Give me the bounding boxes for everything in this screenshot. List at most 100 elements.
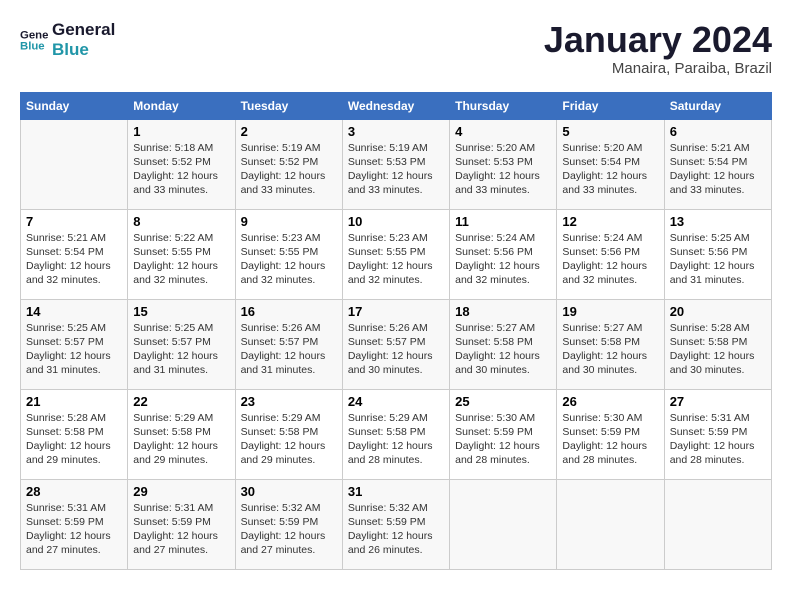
calendar-week-row: 7Sunrise: 5:21 AM Sunset: 5:54 PM Daylig…	[21, 209, 772, 299]
day-number: 3	[348, 124, 444, 139]
day-number: 10	[348, 214, 444, 229]
day-number: 30	[241, 484, 337, 499]
day-info: Sunrise: 5:25 AM Sunset: 5:57 PM Dayligh…	[26, 321, 122, 378]
day-number: 6	[670, 124, 766, 139]
day-number: 1	[133, 124, 229, 139]
day-number: 27	[670, 394, 766, 409]
day-info: Sunrise: 5:22 AM Sunset: 5:55 PM Dayligh…	[133, 231, 229, 288]
calendar-day-cell	[21, 119, 128, 209]
calendar-day-cell: 29Sunrise: 5:31 AM Sunset: 5:59 PM Dayli…	[128, 479, 235, 569]
day-number: 19	[562, 304, 658, 319]
day-info: Sunrise: 5:32 AM Sunset: 5:59 PM Dayligh…	[348, 501, 444, 558]
weekday-header-cell: Monday	[128, 92, 235, 119]
day-info: Sunrise: 5:29 AM Sunset: 5:58 PM Dayligh…	[241, 411, 337, 468]
page-header: General Blue General Blue January 2024 M…	[20, 20, 772, 77]
calendar-day-cell: 16 Sunrise: 5:26 AM Sunset: 5:57 PM Dayli…	[235, 299, 342, 389]
day-number: 26	[562, 394, 658, 409]
day-info: Sunrise: 5:30 AM Sunset: 5:59 PM Dayligh…	[455, 411, 551, 468]
day-info: Sunrise: 5:29 AM Sunset: 5:58 PM Dayligh…	[348, 411, 444, 468]
calendar-week-row: 14 Sunrise: 5:25 AM Sunset: 5:57 PM Dayli…	[21, 299, 772, 389]
day-number: 14	[26, 304, 122, 319]
calendar-day-cell: 27 Sunrise: 5:31 AM Sunset: 5:59 PM Dayli…	[664, 389, 771, 479]
calendar-day-cell	[557, 479, 664, 569]
calendar-day-cell: 26 Sunrise: 5:30 AM Sunset: 5:59 PM Dayli…	[557, 389, 664, 479]
day-info: Sunrise: 5:19 AM Sunset: 5:53 PM Dayligh…	[348, 141, 444, 198]
day-info: Sunrise: 5:24 AM Sunset: 5:56 PM Dayligh…	[562, 231, 658, 288]
day-number: 15	[133, 304, 229, 319]
calendar-day-cell	[450, 479, 557, 569]
day-info: Sunrise: 5:28 AM Sunset: 5:58 PM Dayligh…	[670, 321, 766, 378]
day-info: Sunrise: 5:31 AM Sunset: 5:59 PM Dayligh…	[26, 501, 122, 558]
day-number: 24	[348, 394, 444, 409]
weekday-header-cell: Friday	[557, 92, 664, 119]
day-info: Sunrise: 5:18 AM Sunset: 5:52 PM Dayligh…	[133, 141, 229, 198]
calendar-day-cell: 17 Sunrise: 5:26 AM Sunset: 5:57 PM Dayli…	[342, 299, 449, 389]
calendar-day-cell: 11Sunrise: 5:24 AM Sunset: 5:56 PM Dayli…	[450, 209, 557, 299]
calendar-table: SundayMondayTuesdayWednesdayThursdayFrid…	[20, 92, 772, 570]
weekday-header-cell: Sunday	[21, 92, 128, 119]
day-info: Sunrise: 5:26 AM Sunset: 5:57 PM Dayligh…	[348, 321, 444, 378]
weekday-header-cell: Wednesday	[342, 92, 449, 119]
calendar-day-cell: 9 Sunrise: 5:23 AM Sunset: 5:55 PM Daylig…	[235, 209, 342, 299]
calendar-day-cell: 30 Sunrise: 5:32 AM Sunset: 5:59 PM Dayli…	[235, 479, 342, 569]
day-number: 22	[133, 394, 229, 409]
month-title: January 2024	[544, 20, 772, 60]
calendar-day-cell: 19Sunrise: 5:27 AM Sunset: 5:58 PM Dayli…	[557, 299, 664, 389]
logo-icon: General Blue	[20, 26, 48, 54]
day-info: Sunrise: 5:20 AM Sunset: 5:54 PM Dayligh…	[562, 141, 658, 198]
calendar-day-cell: 18Sunrise: 5:27 AM Sunset: 5:58 PM Dayli…	[450, 299, 557, 389]
calendar-day-cell: 25Sunrise: 5:30 AM Sunset: 5:59 PM Dayli…	[450, 389, 557, 479]
day-number: 4	[455, 124, 551, 139]
day-number: 23	[241, 394, 337, 409]
title-block: January 2024 Manaira, Paraiba, Brazil	[544, 20, 772, 77]
calendar-day-cell: 20 Sunrise: 5:28 AM Sunset: 5:58 PM Dayli…	[664, 299, 771, 389]
day-info: Sunrise: 5:20 AM Sunset: 5:53 PM Dayligh…	[455, 141, 551, 198]
day-info: Sunrise: 5:31 AM Sunset: 5:59 PM Dayligh…	[133, 501, 229, 558]
day-number: 9	[241, 214, 337, 229]
calendar-week-row: 1 Sunrise: 5:18 AM Sunset: 5:52 PM Daylig…	[21, 119, 772, 209]
logo-general: General	[52, 20, 115, 40]
day-number: 8	[133, 214, 229, 229]
day-info: Sunrise: 5:23 AM Sunset: 5:55 PM Dayligh…	[348, 231, 444, 288]
calendar-day-cell: 6 Sunrise: 5:21 AM Sunset: 5:54 PM Daylig…	[664, 119, 771, 209]
day-info: Sunrise: 5:25 AM Sunset: 5:57 PM Dayligh…	[133, 321, 229, 378]
day-number: 16	[241, 304, 337, 319]
day-number: 17	[348, 304, 444, 319]
calendar-day-cell: 2Sunrise: 5:19 AM Sunset: 5:52 PM Daylig…	[235, 119, 342, 209]
svg-text:General: General	[20, 30, 48, 42]
day-number: 20	[670, 304, 766, 319]
calendar-day-cell: 15 Sunrise: 5:25 AM Sunset: 5:57 PM Dayli…	[128, 299, 235, 389]
day-number: 31	[348, 484, 444, 499]
day-info: Sunrise: 5:25 AM Sunset: 5:56 PM Dayligh…	[670, 231, 766, 288]
calendar-day-cell: 10 Sunrise: 5:23 AM Sunset: 5:55 PM Dayli…	[342, 209, 449, 299]
weekday-header-cell: Tuesday	[235, 92, 342, 119]
day-number: 5	[562, 124, 658, 139]
day-info: Sunrise: 5:26 AM Sunset: 5:57 PM Dayligh…	[241, 321, 337, 378]
calendar-day-cell: 12Sunrise: 5:24 AM Sunset: 5:56 PM Dayli…	[557, 209, 664, 299]
calendar-week-row: 28 Sunrise: 5:31 AM Sunset: 5:59 PM Dayli…	[21, 479, 772, 569]
day-info: Sunrise: 5:21 AM Sunset: 5:54 PM Dayligh…	[670, 141, 766, 198]
calendar-day-cell: 8 Sunrise: 5:22 AM Sunset: 5:55 PM Daylig…	[128, 209, 235, 299]
day-number: 13	[670, 214, 766, 229]
calendar-day-cell	[664, 479, 771, 569]
day-info: Sunrise: 5:28 AM Sunset: 5:58 PM Dayligh…	[26, 411, 122, 468]
day-info: Sunrise: 5:29 AM Sunset: 5:58 PM Dayligh…	[133, 411, 229, 468]
day-info: Sunrise: 5:21 AM Sunset: 5:54 PM Dayligh…	[26, 231, 122, 288]
calendar-day-cell: 28 Sunrise: 5:31 AM Sunset: 5:59 PM Dayli…	[21, 479, 128, 569]
calendar-day-cell: 3 Sunrise: 5:19 AM Sunset: 5:53 PM Daylig…	[342, 119, 449, 209]
day-number: 28	[26, 484, 122, 499]
day-info: Sunrise: 5:32 AM Sunset: 5:59 PM Dayligh…	[241, 501, 337, 558]
day-info: Sunrise: 5:24 AM Sunset: 5:56 PM Dayligh…	[455, 231, 551, 288]
calendar-day-cell: 13 Sunrise: 5:25 AM Sunset: 5:56 PM Dayli…	[664, 209, 771, 299]
weekday-header-row: SundayMondayTuesdayWednesdayThursdayFrid…	[21, 92, 772, 119]
calendar-day-cell: 22 Sunrise: 5:29 AM Sunset: 5:58 PM Dayli…	[128, 389, 235, 479]
day-number: 18	[455, 304, 551, 319]
day-info: Sunrise: 5:30 AM Sunset: 5:59 PM Dayligh…	[562, 411, 658, 468]
calendar-day-cell: 24 Sunrise: 5:29 AM Sunset: 5:58 PM Dayli…	[342, 389, 449, 479]
day-number: 2	[241, 124, 337, 139]
calendar-day-cell: 23 Sunrise: 5:29 AM Sunset: 5:58 PM Dayli…	[235, 389, 342, 479]
day-info: Sunrise: 5:23 AM Sunset: 5:55 PM Dayligh…	[241, 231, 337, 288]
weekday-header-cell: Thursday	[450, 92, 557, 119]
day-info: Sunrise: 5:31 AM Sunset: 5:59 PM Dayligh…	[670, 411, 766, 468]
location-subtitle: Manaira, Paraiba, Brazil	[544, 60, 772, 77]
